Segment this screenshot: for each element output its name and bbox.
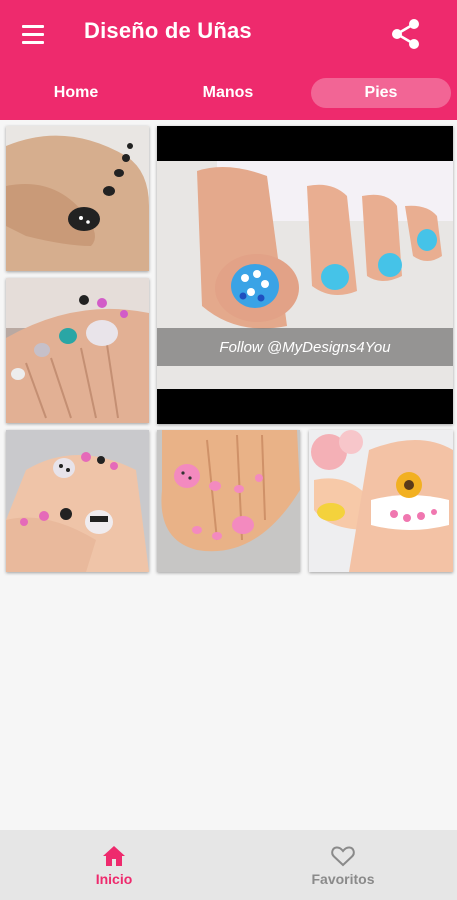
toolbar: Diseño de Uñas — [0, 0, 457, 68]
gallery-image[interactable] — [157, 430, 300, 572]
image-gallery: Follow @MyDesigns4You — [0, 122, 457, 582]
bottom-navigation: Inicio Favoritos — [0, 830, 457, 900]
gallery-image[interactable] — [6, 278, 149, 423]
gallery-image[interactable]: Follow @MyDesigns4You — [157, 126, 453, 424]
heart-outline-icon — [331, 845, 355, 866]
toenails-image — [309, 430, 453, 572]
tab-home[interactable]: Home — [0, 78, 152, 108]
toenails-image — [6, 126, 149, 271]
toenails-image — [6, 278, 149, 423]
menu-button[interactable] — [12, 16, 54, 52]
toenails-image — [157, 126, 453, 424]
nav-item-inicio[interactable]: Inicio — [0, 830, 228, 900]
nav-item-favoritos[interactable]: Favoritos — [229, 830, 457, 900]
image-watermark: Follow @MyDesigns4You — [157, 328, 453, 366]
share-icon — [392, 19, 419, 49]
app-title: Diseño de Uñas — [84, 18, 252, 43]
app-bar: Diseño de Uñas Home Manos Pies — [0, 0, 457, 120]
toenails-image — [6, 430, 149, 572]
gallery-image[interactable] — [6, 430, 149, 572]
gallery-image[interactable] — [309, 430, 453, 572]
tab-pies[interactable]: Pies — [311, 78, 451, 108]
toenails-image — [157, 430, 300, 572]
hamburger-line — [22, 32, 44, 36]
nav-label-inicio: Inicio — [95, 870, 133, 887]
hamburger-line — [22, 40, 44, 44]
share-button[interactable] — [388, 16, 424, 52]
tab-manos[interactable]: Manos — [152, 78, 304, 108]
tab-bar: Home Manos Pies — [0, 76, 457, 110]
hamburger-menu-icon — [22, 24, 44, 28]
nav-label-favoritos: Favoritos — [311, 870, 375, 887]
home-icon — [103, 845, 125, 866]
gallery-image[interactable] — [6, 126, 149, 271]
